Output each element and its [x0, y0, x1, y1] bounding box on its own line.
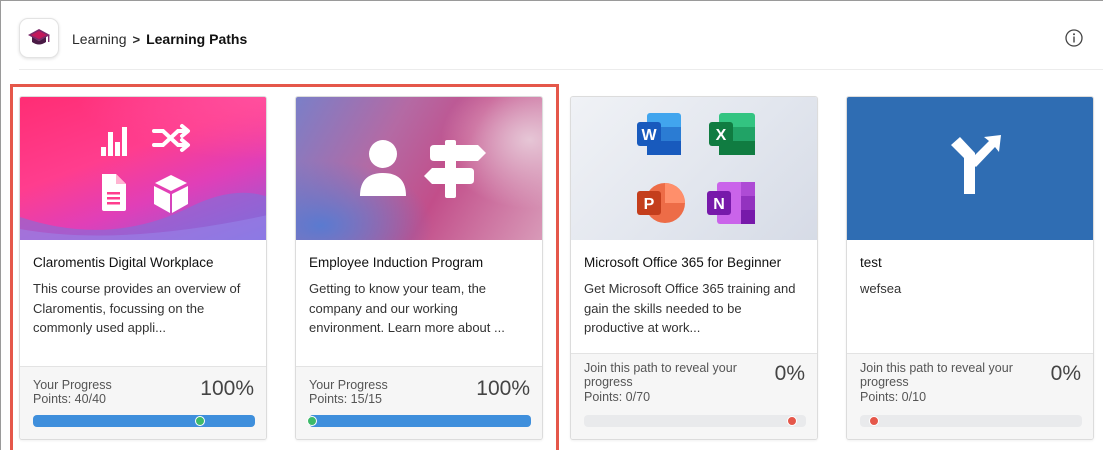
bar-chart-icon [101, 127, 127, 156]
card-image [20, 97, 266, 240]
card-progress-footer: Join this path to reveal your progress P… [571, 353, 817, 439]
progress-label: Your Progress [33, 378, 112, 392]
signpost-icon [424, 140, 486, 198]
onenote-letter: N [713, 196, 725, 213]
document-icon [102, 174, 126, 211]
progress-marker [307, 416, 317, 426]
points-label: Points: 40/40 [33, 392, 106, 406]
card-title[interactable]: Employee Induction Program [309, 255, 529, 270]
onenote-icon: N [707, 182, 755, 224]
card-image [296, 97, 542, 240]
progress-bar [584, 415, 806, 427]
card-body: Claromentis Digital Workplace This cours… [20, 240, 266, 366]
person-icon [360, 140, 406, 196]
learning-path-card[interactable]: Claromentis Digital Workplace This cours… [19, 96, 267, 440]
breadcrumb-current: Learning Paths [146, 31, 248, 47]
card-body: test wefsea [847, 240, 1093, 366]
progress-bar-fill [309, 415, 531, 427]
card-image [847, 97, 1093, 240]
card-description: This course provides an overview of Clar… [33, 281, 241, 335]
info-button[interactable] [1064, 28, 1084, 48]
join-path-label: Join this path to reveal your progress [584, 361, 737, 389]
progress-marker [869, 416, 879, 426]
cube-icon [154, 175, 188, 213]
progress-bar [33, 415, 255, 427]
powerpoint-letter: P [644, 196, 655, 213]
progress-percent: 100% [476, 377, 530, 400]
card-progress-footer: Join this path to reveal your progress P… [847, 353, 1093, 439]
points-label: Points: 15/15 [309, 392, 382, 406]
fork-arrow-icon [951, 135, 1001, 194]
excel-icon: X [709, 113, 755, 155]
progress-label: Your Progress [309, 378, 388, 392]
points-label: Points: 0/70 [584, 390, 651, 404]
card-progress-footer: Your Progress Points: 15/15 100% [296, 366, 542, 439]
card-image: W X P N [571, 97, 817, 240]
learning-path-card[interactable]: W X P N Microsoft Office 365 for Beginne… [570, 96, 818, 440]
learning-path-card[interactable]: test wefsea Join this path to reveal you… [846, 96, 1094, 440]
card-title[interactable]: Microsoft Office 365 for Beginner [584, 255, 804, 270]
breadcrumb: Learning > Learning Paths [72, 31, 247, 47]
progress-percent: 0% [774, 362, 805, 385]
progress-percent: 100% [200, 377, 254, 400]
card-title[interactable]: test [860, 255, 1080, 270]
card-description: Get Microsoft Office 365 training and ga… [584, 281, 796, 335]
excel-letter: X [716, 127, 727, 144]
card-body: Microsoft Office 365 for Beginner Get Mi… [571, 240, 817, 366]
powerpoint-icon: P [637, 183, 685, 223]
info-icon [1065, 29, 1083, 47]
graduation-cap-icon [28, 29, 50, 45]
breadcrumb-learning-link[interactable]: Learning [72, 31, 127, 47]
card-progress-footer: Your Progress Points: 40/40 100% [20, 366, 266, 439]
progress-bar [307, 415, 531, 427]
card-description: Getting to know your team, the company a… [309, 281, 505, 335]
progress-marker [787, 416, 797, 426]
card-description: wefsea [860, 281, 902, 296]
points-label: Points: 0/10 [860, 390, 927, 404]
header-divider [19, 69, 1103, 70]
app-logo[interactable] [19, 18, 59, 58]
word-icon: W [637, 113, 681, 155]
card-title[interactable]: Claromentis Digital Workplace [33, 255, 253, 270]
shuffle-icon [152, 124, 190, 152]
learning-path-card[interactable]: Employee Induction Program Getting to kn… [295, 96, 543, 440]
progress-percent: 0% [1050, 362, 1081, 385]
breadcrumb-separator: > [132, 31, 141, 47]
progress-marker [195, 416, 205, 426]
card-body: Employee Induction Program Getting to kn… [296, 240, 542, 366]
word-letter: W [641, 127, 657, 144]
join-path-label: Join this path to reveal your progress [860, 361, 1013, 389]
progress-bar [860, 415, 1082, 427]
progress-bar-fill [33, 415, 255, 427]
